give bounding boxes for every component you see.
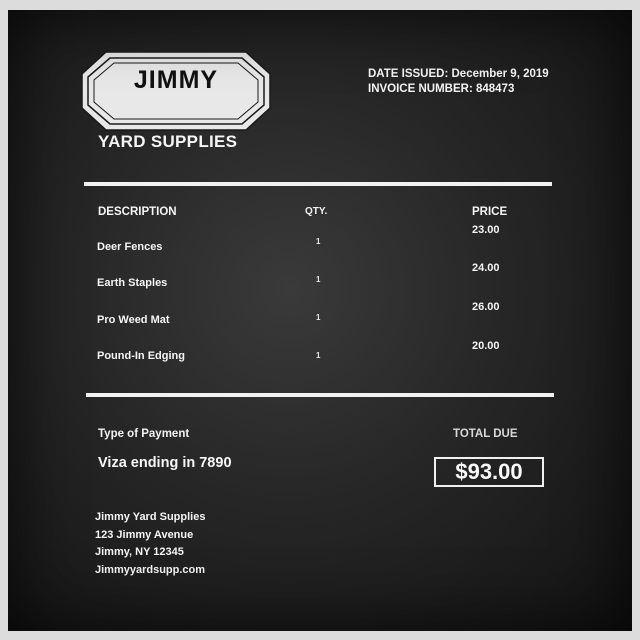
item-qty: 1	[316, 275, 321, 284]
item-qty: 1	[316, 237, 321, 246]
page: JIMMY YARD SUPPLIES DATE ISSUED: Decembe…	[0, 0, 640, 640]
company-address: Jimmy Yard Supplies 123 Jimmy Avenue Jim…	[95, 509, 205, 579]
payment-label: Type of Payment	[98, 428, 190, 440]
address-line: Jimmy Yard Supplies	[95, 511, 206, 523]
top-divider	[84, 182, 552, 186]
invoice-meta: DATE ISSUED: December 9, 2019 INVOICE NU…	[368, 67, 549, 97]
total-due-label: TOTAL DUE	[453, 428, 518, 440]
payment-value: Viza ending in 7890	[98, 455, 232, 471]
item-description: Deer Fences	[97, 241, 163, 253]
item-price: 23.00	[472, 224, 500, 236]
qty-header: QTY.	[305, 206, 328, 217]
bottom-divider	[86, 393, 554, 397]
address-line: Jimmy, NY 12345	[95, 546, 184, 558]
item-price: 24.00	[472, 262, 500, 274]
item-description: Pro Weed Mat	[97, 314, 170, 326]
address-line: 123 Jimmy Avenue	[95, 528, 194, 541]
item-description: Pound-In Edging	[97, 350, 185, 362]
invoice-card: JIMMY YARD SUPPLIES DATE ISSUED: Decembe…	[8, 10, 632, 631]
item-description: Earth Staples	[97, 277, 168, 289]
website-link[interactable]: Jimmyyardsupp.com	[95, 562, 205, 580]
description-header: DESCRIPTION	[98, 206, 177, 218]
logo-name: JIMMY	[133, 66, 219, 94]
logo-badge: JIMMY	[80, 50, 272, 132]
item-price: 20.00	[472, 340, 500, 352]
invoice-number: INVOICE NUMBER: 848473	[368, 83, 515, 95]
total-due-amount: $93.00	[434, 457, 544, 487]
price-header: PRICE	[472, 206, 508, 218]
item-qty: 1	[316, 351, 321, 360]
item-price: 26.00	[472, 301, 500, 313]
date-issued: DATE ISSUED: December 9, 2019	[368, 68, 549, 80]
item-qty: 1	[316, 313, 321, 322]
company-subtitle: YARD SUPPLIES	[98, 132, 238, 151]
